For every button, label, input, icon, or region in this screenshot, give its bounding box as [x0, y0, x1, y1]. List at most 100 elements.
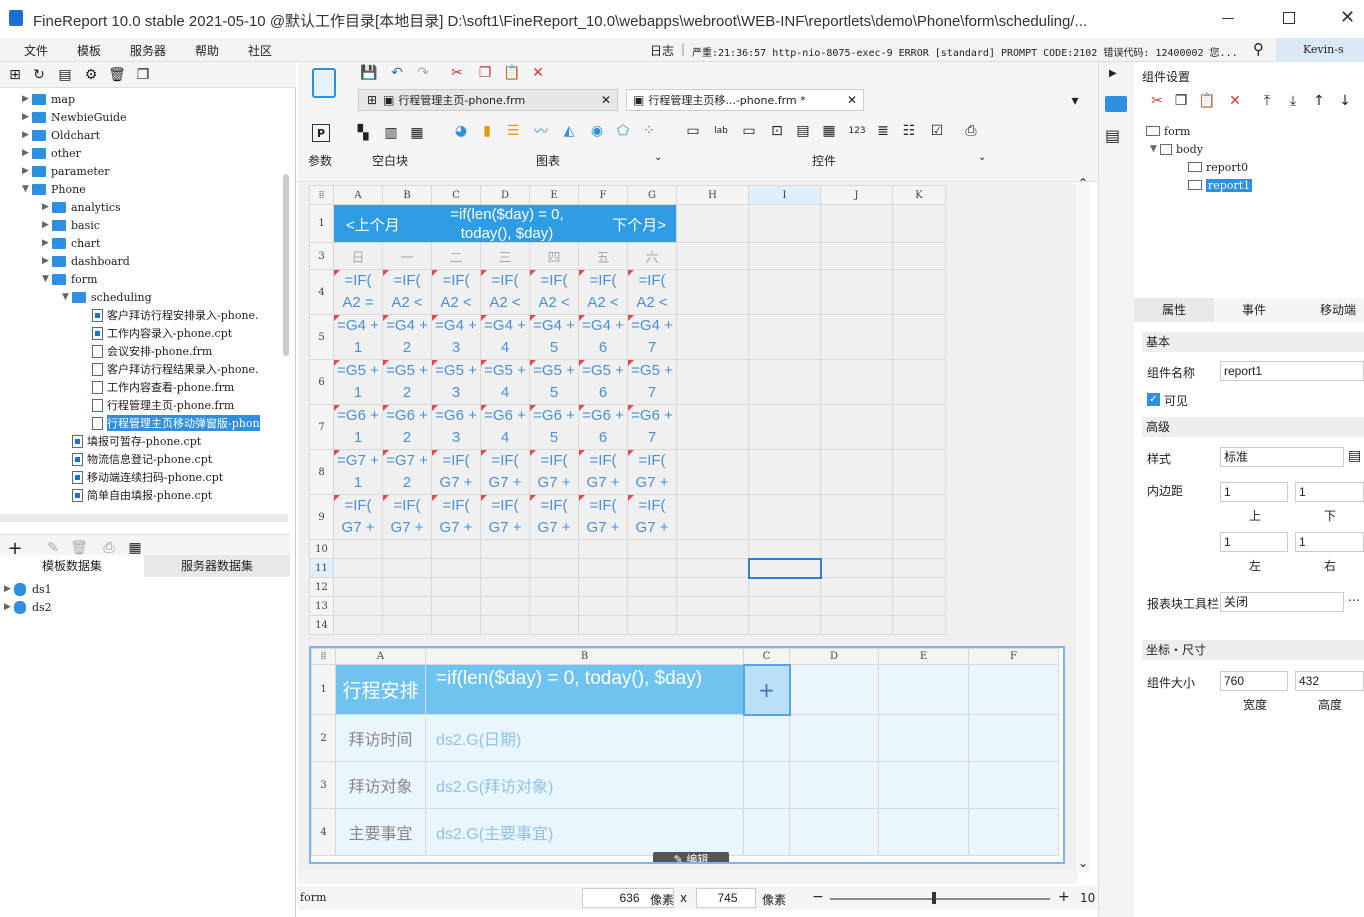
row-number[interactable]: 14 [309, 615, 334, 635]
row-number[interactable]: 10 [309, 539, 334, 559]
row-number[interactable]: 6 [309, 359, 334, 405]
formula-cell[interactable]: =IF( G7 + [431, 449, 481, 495]
pad-bottom-input[interactable]: 1 [1295, 482, 1364, 502]
tree-item[interactable]: ▶ basic [42, 216, 100, 234]
grid-cell[interactable] [820, 404, 893, 450]
datepicker-icon[interactable]: ▤ [794, 122, 812, 140]
formula-cell[interactable]: =G4 + 6 [578, 314, 628, 360]
row-number[interactable]: 7 [309, 404, 334, 450]
comp-tree-form[interactable]: form [1146, 122, 1190, 140]
visible-checkbox[interactable]: ✓ [1147, 393, 1160, 406]
tree-item[interactable]: ▶ other [22, 144, 81, 162]
grid-cell[interactable] [480, 596, 530, 616]
log-text[interactable]: 严重:21:36:57 http-nio-8075-exec-9 ERROR [… [692, 44, 1247, 59]
grid-cell[interactable] [748, 596, 821, 616]
formula-cell[interactable]: =G4 + 7 [627, 314, 677, 360]
formula-cell[interactable]: =IF( G7 + [382, 494, 432, 540]
expand-arrow-icon[interactable]: ▶ [22, 166, 32, 176]
column-header[interactable]: A [333, 185, 383, 205]
tree-item[interactable]: ▼ Phone [22, 180, 86, 198]
chevron-down-icon[interactable]: ⌄ [654, 152, 662, 163]
grid-cell[interactable] [480, 577, 530, 597]
column-header[interactable]: B [382, 185, 432, 205]
expand-arrow-icon[interactable]: ▶ [42, 220, 52, 230]
formula-cell[interactable]: =IF( G7 + [431, 494, 481, 540]
expand-arrow-icon[interactable]: ▶ [42, 238, 52, 248]
formula-cell[interactable]: =IF( G7 + [627, 449, 677, 495]
formula-cell[interactable]: =G5 + 5 [529, 359, 579, 405]
menu-server[interactable]: 服务器 [130, 42, 166, 59]
gauge-chart-icon[interactable]: ◉ [588, 122, 606, 140]
column-header[interactable]: C [431, 185, 481, 205]
grid-cell[interactable] [892, 269, 946, 315]
prev-month-label[interactable]: <上个月 [346, 214, 400, 235]
section-coord[interactable]: 坐标・尺寸 [1142, 640, 1364, 660]
formula-cell[interactable]: =G5 + 7 [627, 359, 677, 405]
grid-cell[interactable] [529, 577, 579, 597]
grid-cell[interactable] [676, 494, 749, 540]
grid-cell[interactable] [676, 615, 749, 635]
formula-cell[interactable]: =IF( A2 < [480, 269, 530, 315]
field-label-cell[interactable]: 拜访对象 [335, 761, 426, 809]
grid-cell[interactable] [878, 664, 969, 715]
grid-cell[interactable] [892, 242, 946, 270]
tree-item[interactable]: ▶ NewbieGuide [22, 108, 127, 126]
grid-cell[interactable] [892, 558, 946, 578]
grid-cell[interactable] [820, 494, 893, 540]
refresh-icon[interactable]: ↻ [30, 66, 48, 84]
tree-item[interactable]: 填报可暂存-phone.cpt [62, 432, 201, 450]
grid-corner[interactable]: ⁞⁞ [309, 185, 334, 205]
grid-cell[interactable] [892, 359, 946, 405]
weekday-cell[interactable]: 一 [382, 242, 432, 270]
tree-item[interactable]: ▶ Oldchart [22, 126, 100, 144]
report1-grid[interactable]: ⁞⁞ A B C D E F 1 行程安排 =if(len($day) = 0, today(),… [311, 648, 1059, 856]
width-input[interactable]: 760 [1220, 671, 1288, 691]
grid-cell[interactable] [878, 714, 969, 762]
grid-cell[interactable] [333, 615, 383, 635]
split-block-icon[interactable]: ▥ [382, 124, 400, 142]
grid-cell[interactable] [892, 204, 946, 243]
column-header[interactable]: D [480, 185, 530, 205]
column-header[interactable]: E [529, 185, 579, 205]
grid-cell[interactable] [748, 577, 821, 597]
canvas-v-scrollbar[interactable] [1076, 183, 1090, 873]
delete-icon[interactable]: 🗑 [108, 66, 126, 84]
row-number[interactable]: 1 [311, 664, 336, 715]
hbar-chart-icon[interactable]: ☰ [504, 122, 522, 140]
tree-item[interactable]: 物流信息登记-phone.cpt [62, 450, 212, 468]
weekday-cell[interactable]: 四 [529, 242, 579, 270]
formula-cell[interactable]: =G6 + 2 [382, 404, 432, 450]
grid-cell[interactable] [578, 596, 628, 616]
grid-cell[interactable] [529, 596, 579, 616]
grid-cell[interactable] [748, 449, 821, 495]
comp-tree-body[interactable]: ▼ body [1150, 140, 1203, 158]
grid-cell[interactable] [892, 539, 946, 559]
grid-cell[interactable] [529, 558, 579, 578]
report0-grid[interactable]: ⁞⁞ A B C D E F G H I J K 1 <上个月 =if(len($day) = 0, tod… [309, 185, 946, 635]
dataset-ds2[interactable]: ▶ ds2 [4, 598, 52, 616]
pad-left-input[interactable]: 1 [1220, 532, 1288, 552]
zoom-thumb[interactable] [932, 892, 936, 904]
tree-item[interactable]: ▼ scheduling [62, 288, 152, 306]
field-value-cell[interactable]: ds2.G(主要事宜) [425, 808, 744, 856]
grid-cell[interactable] [578, 539, 628, 559]
formula-cell[interactable]: =IF( A2 < [529, 269, 579, 315]
grid-cell[interactable] [748, 269, 821, 315]
grid-cell[interactable] [743, 808, 790, 856]
line-chart-icon[interactable]: 〰 [532, 122, 550, 140]
grid-cell[interactable] [480, 539, 530, 559]
tree-item[interactable]: 会议安排-phone.frm [82, 342, 212, 360]
expand-arrow-icon[interactable]: ▶ [22, 94, 32, 104]
column-header[interactable]: H [676, 185, 749, 205]
pad-right-input[interactable]: 1 [1295, 532, 1364, 552]
formula-cell[interactable]: =IF( G7 + [529, 449, 579, 495]
formula-cell[interactable]: =IF( A2 < [382, 269, 432, 315]
formula-cell[interactable]: =G5 + 4 [480, 359, 530, 405]
grid-cell[interactable] [748, 539, 821, 559]
move-bottom-icon[interactable]: ⤓ [1284, 92, 1302, 110]
name-input[interactable]: report1 [1220, 361, 1364, 381]
next-month-label[interactable]: 下个月> [612, 214, 666, 235]
row-number[interactable]: 11 [309, 558, 334, 578]
tree-item[interactable]: ▶ chart [42, 234, 100, 252]
grid-cell[interactable] [892, 404, 946, 450]
